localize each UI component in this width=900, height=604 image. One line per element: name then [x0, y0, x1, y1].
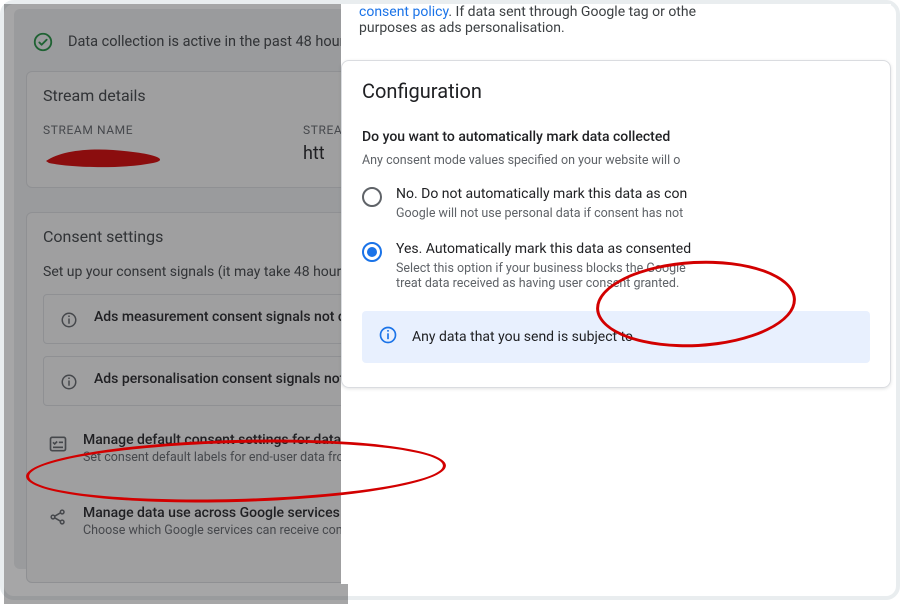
info-icon — [58, 371, 80, 391]
info-callout: Any data that you send is subject to — [362, 311, 870, 363]
option-title: Yes. Automatically mark this data as con… — [396, 241, 691, 257]
option-desc: Google will not use personal data if con… — [396, 206, 687, 221]
radio-icon[interactable] — [362, 242, 382, 262]
option-title: No. Do not automatically mark this data … — [396, 186, 687, 202]
intro-line2: purposes as ads personalisation. — [359, 20, 565, 36]
consent-policy-link[interactable]: consent policy — [359, 4, 448, 20]
info-icon — [378, 325, 398, 349]
drawer-intro: Personal data sent to Google for adverti… — [341, 4, 891, 50]
config-question: Do you want to automatically mark data c… — [362, 129, 870, 145]
stream-name-label: STREAM NAME — [43, 123, 163, 137]
checklist-icon — [47, 432, 69, 454]
radio-icon[interactable] — [362, 187, 382, 207]
option-yes[interactable]: Yes. Automatically mark this data as con… — [362, 241, 870, 291]
info-icon — [58, 309, 80, 329]
consent-config-drawer: Personal data sent to Google for adverti… — [341, 4, 891, 584]
configuration-card: Configuration Do you want to automatical… — [341, 60, 891, 388]
redaction-mark — [43, 143, 163, 169]
config-note: Any consent mode values specified on you… — [362, 153, 870, 168]
option-no[interactable]: No. Do not automatically mark this data … — [362, 186, 870, 221]
check-circle-icon — [32, 29, 54, 53]
banner-text: Data collection is active in the past 48… — [68, 33, 356, 50]
info-text: Any data that you send is subject to — [412, 329, 633, 345]
share-nodes-icon — [47, 505, 69, 527]
option-desc: Select this option if your business bloc… — [396, 261, 691, 291]
intro-line1-suffix: . If data sent through Google tag or oth… — [448, 4, 696, 20]
config-heading: Configuration — [362, 79, 870, 103]
